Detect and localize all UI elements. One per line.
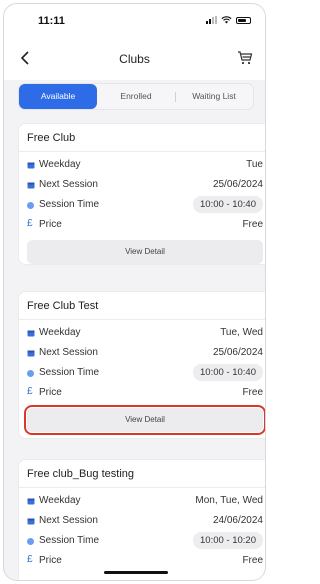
tab-enrolled[interactable]: Enrolled <box>97 84 175 109</box>
calendar-icon <box>27 350 35 357</box>
tab-waiting-list[interactable]: Waiting List <box>175 84 253 109</box>
phone-screen: 11:11 Clubs Available Enrolled Waiting L… <box>3 3 266 581</box>
weekday-value: Tue, Wed <box>220 327 263 338</box>
next-session-value: 24/06/2024 <box>212 515 263 526</box>
price-value: Free <box>242 219 263 230</box>
weekday-value: Tue <box>246 159 263 170</box>
tab-bar: Available Enrolled Waiting List <box>18 83 254 110</box>
clock-icon <box>27 538 34 545</box>
status-icons <box>206 16 251 24</box>
session-time-label: Session Time <box>39 367 100 378</box>
calendar-icon <box>27 518 35 525</box>
session-time-value: 10:00 - 10:40 <box>193 196 263 213</box>
session-time-row: Session Time 10:00 - 10:20 <box>19 532 265 552</box>
club-card: Free club_Bug testing Weekday Mon, Tue, … <box>18 459 265 580</box>
session-time-value: 10:00 - 10:40 <box>193 364 263 381</box>
cart-icon[interactable] <box>237 50 253 66</box>
tab-available[interactable]: Available <box>19 84 97 109</box>
session-time-label: Session Time <box>39 199 100 210</box>
club-card: Free Club Weekday Tue Next Session 25/06… <box>18 123 265 265</box>
calendar-icon <box>27 330 35 337</box>
price-label: Price <box>39 387 62 398</box>
wifi-icon <box>221 16 232 24</box>
weekday-row: Weekday Tue, Wed <box>19 324 265 344</box>
next-session-row: Next Session 24/06/2024 <box>19 512 265 532</box>
club-title: Free Club Test <box>19 292 265 320</box>
calendar-icon <box>27 182 35 189</box>
session-time-row: Session Time 10:00 - 10:40 <box>19 364 265 384</box>
next-session-value: 25/06/2024 <box>212 347 263 358</box>
club-title: Free Club <box>19 124 265 152</box>
view-detail-button[interactable]: View Detail <box>27 240 263 264</box>
weekday-label: Weekday <box>39 159 81 170</box>
price-value: Free <box>242 387 263 398</box>
club-card: Free Club Test Weekday Tue, Wed Next Ses… <box>18 291 265 439</box>
signal-icon <box>206 16 217 24</box>
pound-icon: £ <box>27 386 33 397</box>
next-session-label: Next Session <box>39 347 98 358</box>
next-session-row: Next Session 25/06/2024 <box>19 176 265 196</box>
price-label: Price <box>39 555 62 566</box>
calendar-icon <box>27 498 35 505</box>
pound-icon: £ <box>27 554 33 565</box>
price-row: £ Price Free <box>19 384 265 404</box>
next-session-label: Next Session <box>39 179 98 190</box>
clock-icon <box>27 202 34 209</box>
session-time-value: 10:00 - 10:20 <box>193 532 263 549</box>
nav-bar: Clubs <box>4 38 265 80</box>
page-title: Clubs <box>119 52 150 66</box>
next-session-label: Next Session <box>39 515 98 526</box>
next-session-row: Next Session 25/06/2024 <box>19 344 265 364</box>
weekday-row: Weekday Mon, Tue, Wed <box>19 492 265 512</box>
home-indicator[interactable] <box>104 571 168 574</box>
view-detail-button[interactable]: View Detail <box>24 405 265 435</box>
battery-icon <box>236 16 251 24</box>
next-session-value: 25/06/2024 <box>212 179 263 190</box>
weekday-row: Weekday Tue <box>19 156 265 176</box>
session-time-label: Session Time <box>39 535 100 546</box>
weekday-label: Weekday <box>39 327 81 338</box>
price-value: Free <box>242 555 263 566</box>
weekday-label: Weekday <box>39 495 81 506</box>
status-time: 11:11 <box>38 15 65 27</box>
session-time-row: Session Time 10:00 - 10:40 <box>19 196 265 216</box>
price-row: £ Price Free <box>19 216 265 236</box>
price-row: £ Price Free <box>19 552 265 572</box>
status-bar: 11:11 <box>4 4 265 38</box>
clock-icon <box>27 370 34 377</box>
price-label: Price <box>39 219 62 230</box>
weekday-value: Mon, Tue, Wed <box>195 495 263 506</box>
pound-icon: £ <box>27 218 33 229</box>
club-title: Free club_Bug testing <box>19 460 265 488</box>
calendar-icon <box>27 162 35 169</box>
